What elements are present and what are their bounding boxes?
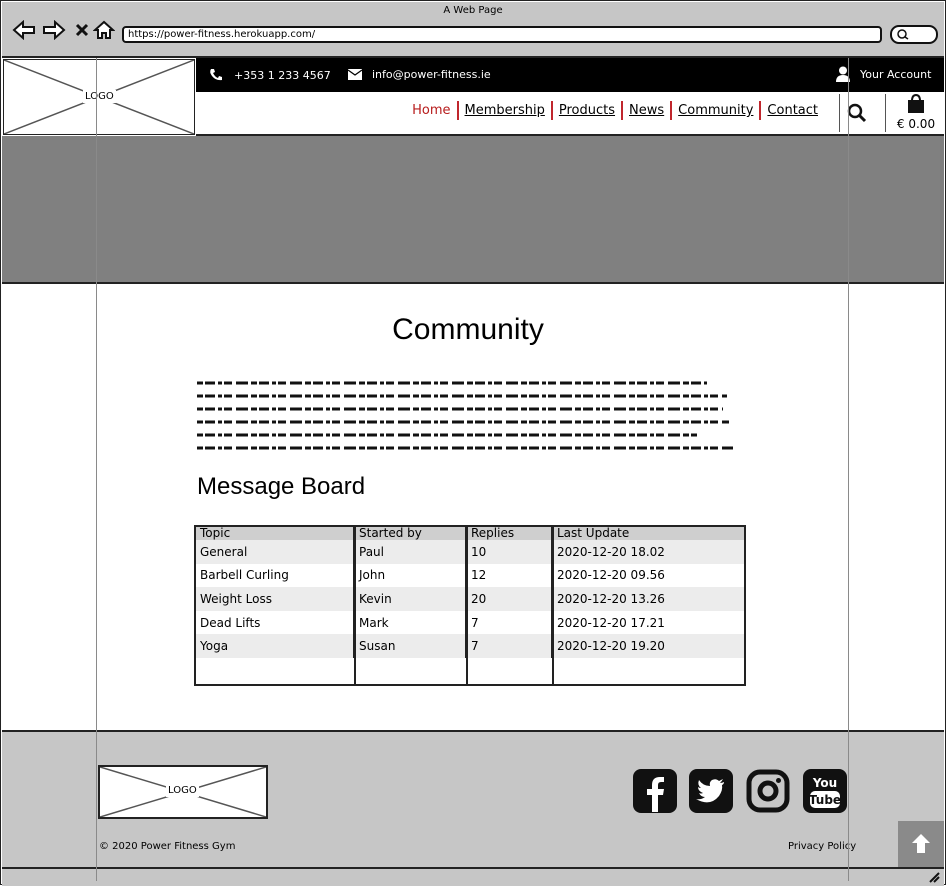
- shopping-bag-icon: [908, 93, 924, 113]
- nav-divider: [839, 94, 840, 132]
- table-row[interactable]: General Paul 10 2020-12-20 18.02: [196, 540, 744, 564]
- author-cell: Mark: [353, 610, 466, 635]
- nav-contact[interactable]: Contact: [759, 101, 824, 120]
- svg-text:You: You: [812, 776, 837, 790]
- phone-icon: [210, 69, 222, 81]
- privacy-policy-link[interactable]: Privacy Policy: [788, 841, 856, 852]
- contact-bar: +353 1 233 4567 info@power-fitness.ie Yo…: [196, 58, 944, 92]
- main-navbar: Home Membership Products News Community …: [196, 92, 944, 136]
- topic-cell[interactable]: General: [196, 540, 354, 564]
- nav-home[interactable]: Home: [406, 101, 456, 120]
- youtube-icon[interactable]: You Tube: [802, 768, 848, 814]
- nav-links: Home Membership Products News Community …: [406, 101, 824, 120]
- updated-cell: 2020-12-20 13.26: [551, 587, 744, 611]
- facebook-icon[interactable]: [632, 768, 678, 814]
- column-header: Last Update: [551, 527, 744, 540]
- column-divider: [552, 527, 554, 684]
- email-address: info@power-fitness.ie: [372, 68, 491, 81]
- browser-window: A Web Page https://power-fitness.herokua…: [0, 0, 946, 886]
- browser-search-field[interactable]: [890, 25, 938, 44]
- layout-guide: [848, 58, 849, 881]
- copyright-text: © 2020 Power Fitness Gym: [99, 841, 236, 852]
- footer-logo[interactable]: LOGO: [98, 765, 268, 819]
- resize-grip-icon[interactable]: [928, 871, 940, 883]
- account-link[interactable]: Your Account: [836, 66, 931, 82]
- topic-cell[interactable]: Dead Lifts: [196, 611, 354, 635]
- topic-cell[interactable]: Yoga: [196, 634, 354, 658]
- logo-label: LOGO: [83, 90, 116, 103]
- nav-news[interactable]: News: [621, 101, 670, 120]
- column-divider: [354, 527, 356, 684]
- replies-cell: 20: [465, 587, 552, 611]
- page-title: Community: [392, 313, 544, 346]
- placeholder-paragraph: [197, 381, 733, 450]
- cart-button[interactable]: € 0.00: [894, 93, 938, 131]
- table-row[interactable]: Barbell Curling John 12 2020-12-20 09.56: [196, 563, 744, 588]
- close-icon[interactable]: [70, 19, 94, 41]
- forward-icon[interactable]: [42, 19, 66, 41]
- column-header: Topic: [196, 527, 354, 540]
- instagram-icon[interactable]: [745, 768, 791, 814]
- updated-cell: 2020-12-20 17.21: [551, 610, 744, 635]
- message-board-table: Topic Started by Replies Last Update Gen…: [194, 525, 746, 686]
- phone-number: +353 1 233 4567: [234, 68, 331, 82]
- nav-divider: [885, 94, 886, 132]
- phone-contact[interactable]: +353 1 233 4567: [208, 68, 331, 82]
- author-cell: Susan: [353, 634, 466, 658]
- table-row[interactable]: Yoga Susan 7 2020-12-20 19.20: [196, 634, 744, 658]
- site-footer: LOGO You Tube © 2020 Power Fitness Gym Pr…: [2, 730, 944, 868]
- column-header: Started by: [353, 527, 466, 540]
- hero-banner: [2, 136, 944, 284]
- account-label: Your Account: [860, 67, 932, 81]
- site-logo[interactable]: LOGO: [3, 59, 195, 135]
- replies-cell: 12: [465, 563, 552, 588]
- footer-logo-label: LOGO: [166, 784, 199, 797]
- updated-cell: 2020-12-20 18.02: [551, 540, 744, 564]
- author-cell: Paul: [353, 540, 466, 564]
- nav-products[interactable]: Products: [550, 101, 621, 120]
- email-contact[interactable]: info@power-fitness.ie: [348, 68, 491, 81]
- twitter-icon[interactable]: [688, 768, 734, 814]
- updated-cell: 2020-12-20 19.20: [551, 634, 744, 658]
- nav-community[interactable]: Community: [670, 101, 759, 120]
- table-row[interactable]: Dead Lifts Mark 7 2020-12-20 17.21: [196, 610, 744, 635]
- envelope-icon: [348, 69, 362, 80]
- back-icon[interactable]: [12, 19, 36, 41]
- author-cell: John: [353, 563, 466, 588]
- topic-cell[interactable]: Weight Loss: [196, 587, 354, 611]
- replies-cell: 7: [465, 610, 552, 635]
- search-icon[interactable]: [846, 102, 870, 124]
- browser-chrome: A Web Page https://power-fitness.herokua…: [2, 2, 944, 58]
- replies-cell: 7: [465, 634, 552, 658]
- cart-total: € 0.00: [896, 117, 936, 131]
- author-cell: Kevin: [353, 587, 466, 611]
- column-divider: [466, 527, 468, 684]
- arrow-up-icon: [912, 834, 930, 853]
- section-title: Message Board: [197, 473, 366, 500]
- status-bar: [2, 867, 944, 886]
- nav-membership[interactable]: Membership: [456, 101, 551, 120]
- column-header: Replies: [465, 527, 552, 540]
- url-bar[interactable]: https://power-fitness.herokuapp.com/: [122, 26, 882, 43]
- table-header-row: Topic Started by Replies Last Update: [196, 527, 744, 540]
- layout-guide: [96, 58, 97, 881]
- svg-text:Tube: Tube: [809, 793, 841, 807]
- topic-cell[interactable]: Barbell Curling: [196, 564, 354, 588]
- replies-cell: 10: [465, 540, 552, 564]
- table-row[interactable]: Weight Loss Kevin 20 2020-12-20 13.26: [196, 587, 744, 611]
- window-title: A Web Page: [443, 5, 503, 16]
- home-icon[interactable]: [92, 19, 116, 41]
- updated-cell: 2020-12-20 09.56: [551, 563, 744, 588]
- search-icon: [897, 29, 909, 40]
- back-to-top-button[interactable]: [898, 821, 944, 867]
